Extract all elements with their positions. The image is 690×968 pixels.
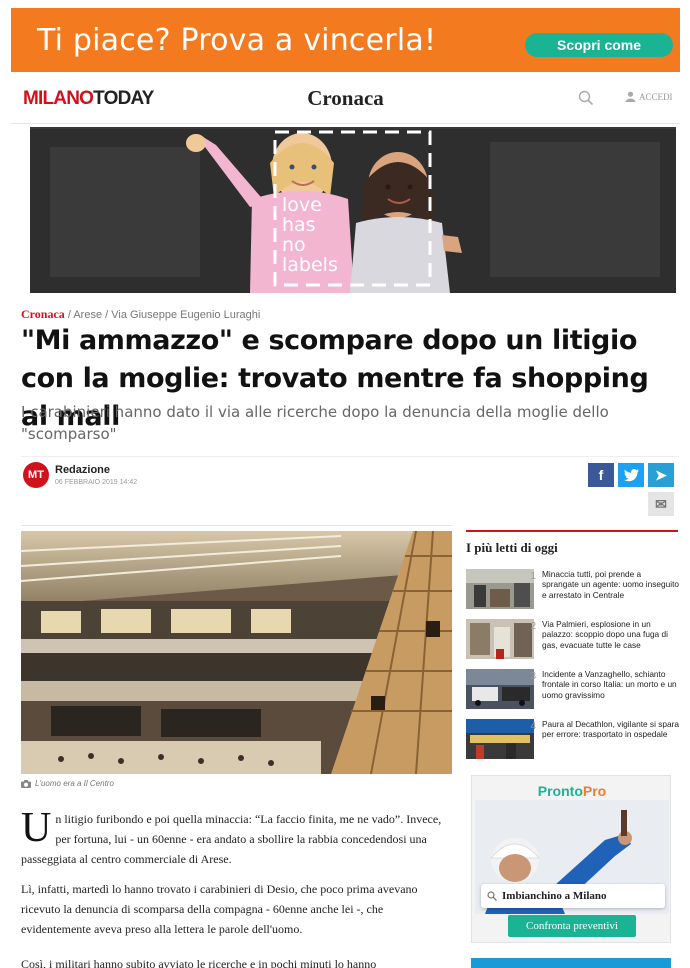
sidebar-bottom-bar [471,958,671,968]
most-read-text[interactable]: Via Palmieri, esplosione in un palazzo: … [542,619,680,650]
most-read-item[interactable]: 3 Incidente a Vanzaghello, schianto fron… [466,669,680,713]
ad-search-field[interactable]: Imbianchino a Milano [481,884,665,908]
search-icon [487,891,497,901]
mail-icon: ✉ [655,495,667,512]
login-button[interactable]: ACCEDI [625,91,673,102]
facebook-icon: f [598,467,604,483]
breadcrumb-category[interactable]: Cronaca [21,307,65,321]
user-icon [625,91,636,102]
most-read-number: 2 [530,621,536,632]
telegram-share-button[interactable]: ➤ [648,463,674,487]
image-caption: L'uomo era a Il Centro [21,779,114,788]
article-subtitle: I carabinieri hanno dato il via alle ric… [21,403,609,443]
article-paragraph-1: Un litigio furibondo e poi quella minacc… [21,805,452,869]
hero-text-line-3: no [282,234,306,256]
most-read-text[interactable]: Incidente a Vanzaghello, schianto fronta… [542,669,680,700]
hero-image[interactable]: love has no labels [30,127,676,293]
article-image[interactable] [21,531,452,774]
most-read-text[interactable]: Minaccia tutti, poi prende a sprangate u… [542,569,680,600]
banner-text: Ti piace? Prova a vincerla! [37,22,437,58]
most-read-item[interactable]: 1 Minaccia tutti, poi prende a sprangate… [466,569,680,613]
paragraph-1-text: n litigio furibondo e poi quella minacci… [21,812,442,866]
article-paragraph-3: Così, i militari hanno subito avviato le… [21,957,377,968]
hero-text-line-1: love [282,194,322,216]
most-read-item[interactable]: 2 Via Palmieri, esplosione in un palazzo… [466,619,680,663]
banner-cta-button[interactable]: Scopri come [525,33,673,57]
hero-text-line-4: labels [282,254,338,276]
most-read-text[interactable]: Paura al Decathlon, vigilante si spara p… [542,719,680,740]
content-divider [21,525,452,526]
ad-logo-part-2: Pro [582,783,607,799]
site-header: MILANOTODAY Cronaca ACCEDI [11,72,680,124]
login-label: ACCEDI [639,91,673,102]
article-paragraph-2: Lì, infatti, martedì lo hanno trovato i … [21,882,418,936]
ad-search-text: Imbianchino a Milano [502,890,607,902]
twitter-share-button[interactable] [618,463,644,487]
most-read-item[interactable]: 4 Paura al Decathlon, vigilante si spara… [466,719,680,763]
author-row: MT Redazione 06 FEBBRAIO 2019 14:42 f ➤ … [21,456,679,516]
facebook-share-button[interactable]: f [588,463,614,487]
telegram-icon: ➤ [655,466,667,483]
ad-logo-part-1: Pronto [537,783,583,799]
camera-icon [21,779,31,788]
breadcrumb-path: / Arese / Via Giuseppe Eugenio Luraghi [67,309,261,321]
most-read-number: 3 [530,671,536,682]
top-banner-ad[interactable]: Ti piace? Prova a vincerla! Scopri come [11,8,680,72]
most-read-number: 4 [530,721,536,732]
prontopro-ad[interactable]: ProntoPro Imbianchino a Milano Confronta… [471,775,671,943]
ad-compare-button[interactable]: Confronta preventivi [508,915,636,937]
email-share-button[interactable]: ✉ [648,492,674,516]
most-read-number: 1 [530,571,536,582]
most-read-title: I più letti di oggi [466,540,558,555]
hero-text-line-2: has [282,214,316,236]
hero-illustration: love has no labels [30,127,676,293]
mall-illustration [21,531,452,774]
search-icon[interactable] [578,90,594,106]
article-date: 06 FEBBRAIO 2019 14:42 [55,479,138,486]
twitter-icon [623,468,639,481]
sidebar-rule [466,530,678,532]
dropcap-letter: U [21,805,52,851]
prontopro-logo: ProntoPro [472,783,672,799]
caption-text: L'uomo era a Il Centro [35,779,114,788]
author-name[interactable]: Redazione [55,464,110,476]
breadcrumb: Cronaca / Arese / Via Giuseppe Eugenio L… [21,307,260,322]
author-avatar[interactable]: MT [23,462,49,488]
